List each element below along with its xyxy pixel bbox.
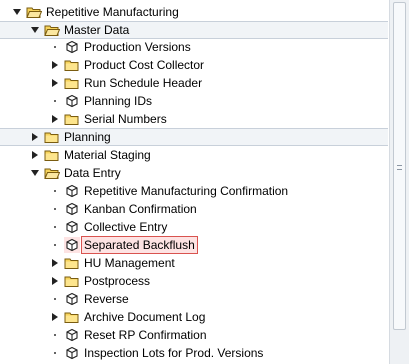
tree-node-label[interactable]: Run Schedule Header (82, 75, 204, 91)
tree-node-label[interactable]: Collective Entry (82, 219, 169, 235)
tree-node-label[interactable]: Reset RP Confirmation (82, 327, 209, 343)
tree-node-data-entry[interactable]: Data Entry (0, 164, 388, 182)
folder-icon (64, 273, 80, 289)
tree-node-label[interactable]: Production Versions (82, 39, 193, 55)
tree-node-product-cost-collector[interactable]: Product Cost Collector (0, 56, 388, 74)
tree-node-label[interactable]: Repetitive Manufacturing (44, 4, 181, 20)
bullet-icon (50, 236, 60, 254)
bullet-icon (50, 218, 60, 236)
expand-triangle-icon[interactable] (30, 128, 40, 146)
scrollbar-thumb[interactable] (393, 2, 406, 330)
tree-node-postprocess[interactable]: Postprocess (0, 272, 388, 290)
folder-icon (44, 147, 60, 163)
tree-node-label[interactable]: Data Entry (62, 165, 123, 181)
expand-triangle-icon[interactable] (30, 146, 40, 164)
tree-node-label[interactable]: Archive Document Log (82, 309, 207, 325)
tree-node-label[interactable]: HU Management (82, 255, 177, 271)
transaction-cube-icon (64, 237, 80, 253)
tree-node-material-staging[interactable]: Material Staging (0, 146, 388, 164)
bullet-icon (50, 200, 60, 218)
folder-icon (44, 129, 60, 145)
vertical-scrollbar[interactable] (389, 0, 409, 364)
tree-node-label[interactable]: Serial Numbers (82, 111, 169, 127)
transaction-cube-icon (64, 183, 80, 199)
folder-open-icon (26, 4, 42, 20)
bullet-icon (50, 92, 60, 110)
transaction-cube-icon (64, 345, 80, 361)
collapse-triangle-icon[interactable] (30, 164, 40, 182)
tree-node-label[interactable]: Separated Backflush (81, 236, 198, 254)
tree-node-label[interactable]: Reverse (82, 291, 131, 307)
tree-item-collective-entry[interactable]: Collective Entry (0, 218, 388, 236)
tree-node-hu-management[interactable]: HU Management (0, 254, 388, 272)
tree-item-inspection-lots[interactable]: Inspection Lots for Prod. Versions (0, 344, 388, 362)
tree-item-rem-confirmation[interactable]: Repetitive Manufacturing Confirmation (0, 182, 388, 200)
transaction-cube-icon (64, 93, 80, 109)
tree-item-kanban-confirmation[interactable]: Kanban Confirmation (0, 200, 388, 218)
bullet-icon (50, 326, 60, 344)
transaction-cube-icon (64, 201, 80, 217)
tree-item-planning-ids[interactable]: Planning IDs (0, 92, 388, 110)
tree-node-label[interactable]: Repetitive Manufacturing Confirmation (82, 183, 290, 199)
tree-node-label[interactable]: Postprocess (82, 273, 152, 289)
tree-node-master-data[interactable]: Master Data (0, 21, 388, 39)
tree-node-label[interactable]: Inspection Lots for Prod. Versions (82, 345, 265, 361)
bullet-icon (50, 290, 60, 308)
folder-icon (64, 309, 80, 325)
tree-item-production-versions[interactable]: Production Versions (0, 38, 388, 56)
scrollbar-grip (397, 163, 402, 173)
tree-node-archive-document-log[interactable]: Archive Document Log (0, 308, 388, 326)
tree-item-reverse[interactable]: Reverse (0, 290, 388, 308)
folder-icon (64, 75, 80, 91)
folder-icon (64, 111, 80, 127)
expand-triangle-icon[interactable] (50, 74, 60, 92)
transaction-cube-icon (64, 219, 80, 235)
expand-triangle-icon[interactable] (50, 308, 60, 326)
tree-node-label[interactable]: Master Data (62, 22, 131, 38)
folder-open-icon (44, 22, 60, 38)
tree-node-serial-numbers[interactable]: Serial Numbers (0, 110, 388, 128)
tree-node-planning[interactable]: Planning (0, 128, 388, 146)
bullet-icon (50, 344, 60, 362)
tree-item-separated-backflush[interactable]: Separated Backflush (0, 236, 388, 254)
expand-triangle-icon[interactable] (50, 56, 60, 74)
folder-icon (64, 255, 80, 271)
tree-node-repetitive-manufacturing[interactable]: Repetitive Manufacturing (0, 3, 388, 21)
transaction-cube-icon (64, 39, 80, 55)
tree-node-label[interactable]: Kanban Confirmation (82, 201, 199, 217)
expand-triangle-icon[interactable] (50, 110, 60, 128)
folder-icon (64, 57, 80, 73)
transaction-cube-icon (64, 327, 80, 343)
collapse-triangle-icon[interactable] (12, 3, 22, 21)
tree-node-label[interactable]: Material Staging (62, 147, 153, 163)
menu-tree: Repetitive Manufacturing Master Data Produ… (0, 0, 388, 364)
expand-triangle-icon[interactable] (50, 254, 60, 272)
bullet-icon (50, 38, 60, 56)
transaction-cube-icon (64, 291, 80, 307)
tree-node-label[interactable]: Planning (62, 129, 113, 145)
folder-open-icon (44, 165, 60, 181)
tree-item-reset-rp-confirmation[interactable]: Reset RP Confirmation (0, 326, 388, 344)
expand-triangle-icon[interactable] (50, 272, 60, 290)
tree-node-label[interactable]: Product Cost Collector (82, 57, 206, 73)
bullet-icon (50, 182, 60, 200)
collapse-triangle-icon[interactable] (30, 21, 40, 39)
tree-node-run-schedule-header[interactable]: Run Schedule Header (0, 74, 388, 92)
tree-node-label[interactable]: Planning IDs (82, 93, 154, 109)
